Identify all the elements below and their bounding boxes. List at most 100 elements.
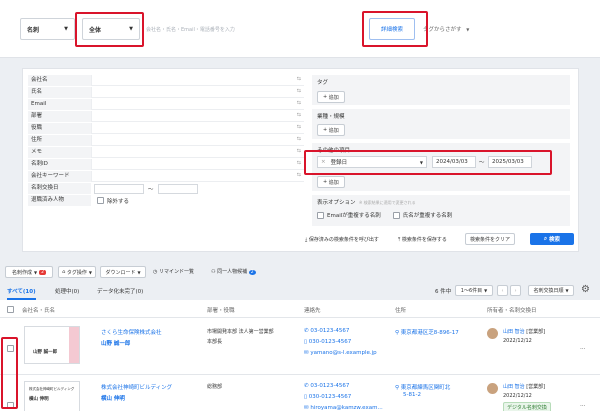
mobile-link[interactable]: ▯ 030-0123-4567 <box>304 394 351 400</box>
more-icon[interactable]: … <box>580 402 586 408</box>
toggle-icon[interactable]: ⇆ <box>297 88 301 94</box>
mobile-link[interactable]: ▯ 030-0123-4567 <box>304 339 351 345</box>
person-name-link[interactable]: 山野 誠一郎 <box>101 339 130 347</box>
toggle-icon[interactable]: ⇆ <box>297 124 301 130</box>
list-tabs: すべて(10) 処理中(0) データ化未完了(0) 6 件中 1〜6件目 ▼ ‹ … <box>0 283 600 301</box>
card-thumbnail-name: 横山 伸明 <box>29 397 49 402</box>
filter-input[interactable]: ⇆ <box>91 99 304 110</box>
name-dup-checkbox[interactable] <box>392 211 400 219</box>
filter-row-memo: メモ ⇆ <box>28 147 304 158</box>
page-range-select[interactable]: 1〜6件目 ▼ <box>455 285 493 296</box>
exchange-date: 2022/12/12 <box>503 393 532 399</box>
industry-add-button[interactable]: + 追加 <box>317 124 345 136</box>
company-name-link[interactable]: さくら生命保険株式会社 <box>101 328 162 336</box>
filter-input[interactable]: ⇆ <box>91 135 304 146</box>
tab-incomplete-label: データ化未完了(0) <box>97 289 144 295</box>
toggle-icon[interactable]: ⇆ <box>297 172 301 178</box>
table-row[interactable]: 株式会社神崎町ビルディング 横山 伸明 株式会社神崎町ビルディング 横山 伸明 … <box>0 376 600 411</box>
toggle-icon[interactable]: ⇆ <box>297 136 301 142</box>
person-name-link[interactable]: 横山 伸明 <box>101 394 125 402</box>
chevron-down-icon: ▼ <box>466 27 470 32</box>
tag-add-button[interactable]: + 追加 <box>317 91 345 103</box>
filter-label: 名刺交換日 <box>28 183 91 194</box>
tag-ops-button[interactable]: ⌂ タグ操作 ▼ <box>58 266 96 278</box>
filter-input[interactable]: ⇆ <box>91 75 304 86</box>
remind-list-link[interactable]: ◷ リマインド一覧 <box>153 268 194 275</box>
save-conditions-link[interactable]: ⤒ 検索条件を保存する <box>398 236 447 244</box>
card-accent <box>69 327 79 363</box>
result-count: 6 件中 <box>435 287 451 295</box>
header-company-name: 会社名・氏名 <box>22 308 56 314</box>
advanced-search-button[interactable]: 詳細検索 <box>369 18 415 40</box>
toggle-icon[interactable]: ⇆ <box>297 76 301 82</box>
clear-conditions-button[interactable]: 検索条件をクリア <box>465 233 515 245</box>
tab-in-progress[interactable]: 処理中(0) <box>55 287 79 295</box>
settings-gear-icon[interactable]: ⚙ <box>581 284 590 295</box>
card-thumbnail[interactable]: 山野 誠一郎 <box>24 326 80 364</box>
upload-icon: ⤒ <box>398 236 401 243</box>
filter-label: 住所 <box>28 135 91 146</box>
address-link[interactable]: ⚲ 東京都練馬区関町北 <box>395 383 450 391</box>
email-dup-label: Emailが重複する名刺 <box>327 213 381 219</box>
email-link[interactable]: ✉ yamano@s-l.example.jp <box>304 350 377 356</box>
filter-input[interactable]: ⇆ <box>91 159 304 170</box>
owner-name[interactable]: 山田 智治 <box>503 384 525 390</box>
plus-icon: + <box>323 179 328 185</box>
row-checkbox[interactable] <box>7 402 14 409</box>
address-link[interactable]: ⚲ 東京都港区芝8-896-17 <box>395 328 459 336</box>
date-from-field[interactable]: 2024/03/03 <box>432 156 476 168</box>
search-button[interactable]: ⌕ 検索 <box>530 233 574 245</box>
same-person-link[interactable]: ⚇ 同一人物候補 2 <box>211 268 256 275</box>
search-input[interactable]: 会社名・氏名・Email・電話番号を入力 <box>143 18 358 40</box>
row-checkbox[interactable] <box>7 345 14 352</box>
tag-search-link[interactable]: タグからさがす ▼ <box>423 25 469 33</box>
date-to-input[interactable] <box>157 183 198 194</box>
other-fields-section: その他の項目 × 登録日 ▼ 2024/03/03 〜 2025/03/03 +… <box>312 143 570 191</box>
date-from-input[interactable] <box>94 183 144 194</box>
select-all-checkbox[interactable] <box>7 306 14 313</box>
email-dup-checkbox[interactable] <box>317 211 324 219</box>
prev-page-button[interactable]: ‹ <box>497 285 508 296</box>
filter-input[interactable]: ⇆ <box>91 87 304 98</box>
plus-icon: + <box>323 127 328 133</box>
mobile-value: 030-0123-4567 <box>308 394 352 400</box>
create-card-button[interactable]: 名刺作成 ▼ 2 <box>5 266 53 278</box>
download-button[interactable]: ダウンロード ▼ <box>100 266 146 278</box>
card-thumbnail[interactable]: 株式会社神崎町ビルディング 横山 伸明 <box>24 381 80 411</box>
phone-link[interactable]: ✆ 03-0123-4567 <box>304 328 349 334</box>
phone-link[interactable]: ✆ 03-0123-4567 <box>304 383 349 389</box>
filter-row-address: 住所 ⇆ <box>28 135 304 146</box>
tab-all[interactable]: すべて(10) <box>7 287 36 300</box>
dept-text: 市場開発本部 法人第一営業部 <box>207 329 274 335</box>
remove-icon[interactable]: × <box>321 159 326 165</box>
filter-input[interactable]: ⇆ <box>91 147 304 158</box>
scope-select[interactable]: 名刺 ▼ <box>20 18 75 40</box>
toggle-icon[interactable]: ⇆ <box>297 148 301 154</box>
pin-icon: ⚲ <box>395 385 400 391</box>
exclude-checkbox[interactable] <box>97 197 104 204</box>
load-saved-conditions-link[interactable]: ⤓ 保存済みの検索条件を呼び出す <box>305 236 379 244</box>
table-row[interactable]: 山野 誠一郎 さくら生命保険株式会社 山野 誠一郎 市場開発本部 法人第一営業部… <box>0 319 600 375</box>
other-add-button[interactable]: + 追加 <box>317 176 345 188</box>
filter-row-title: 役職 ⇆ <box>28 123 304 134</box>
owner-name[interactable]: 山田 智治 <box>503 329 525 335</box>
sort-select[interactable]: 名刺交換日順 ▼ <box>528 285 574 296</box>
next-page-button[interactable]: › <box>510 285 521 296</box>
more-icon[interactable]: … <box>580 345 586 351</box>
filter-input[interactable]: ⇆ <box>91 171 304 182</box>
email-link[interactable]: ✉ hiroyama@kamzw.exam... <box>304 405 383 411</box>
filter-row-exchange-date: 名刺交換日 〜 <box>28 183 304 194</box>
date-to-field[interactable]: 2025/03/03 <box>488 156 532 168</box>
target-select[interactable]: 全体 ▼ <box>82 18 140 40</box>
toggle-icon[interactable]: ⇆ <box>297 100 301 106</box>
company-name-link[interactable]: 株式会社神崎町ビルディング <box>101 383 172 391</box>
toggle-icon[interactable]: ⇆ <box>297 160 301 166</box>
filter-label: 部署 <box>28 111 91 122</box>
filter-input[interactable]: ⇆ <box>91 123 304 134</box>
other-field-select[interactable]: × 登録日 ▼ <box>317 156 427 168</box>
tag-icon: ⌂ <box>62 269 66 275</box>
filter-input[interactable]: ⇆ <box>91 111 304 122</box>
tab-incomplete[interactable]: データ化未完了(0) <box>97 287 143 295</box>
app-page: 名刺 ▼ 全体 ▼ 会社名・氏名・Email・電話番号を入力 詳細検索 タグから… <box>0 0 600 411</box>
toggle-icon[interactable]: ⇆ <box>297 112 301 118</box>
